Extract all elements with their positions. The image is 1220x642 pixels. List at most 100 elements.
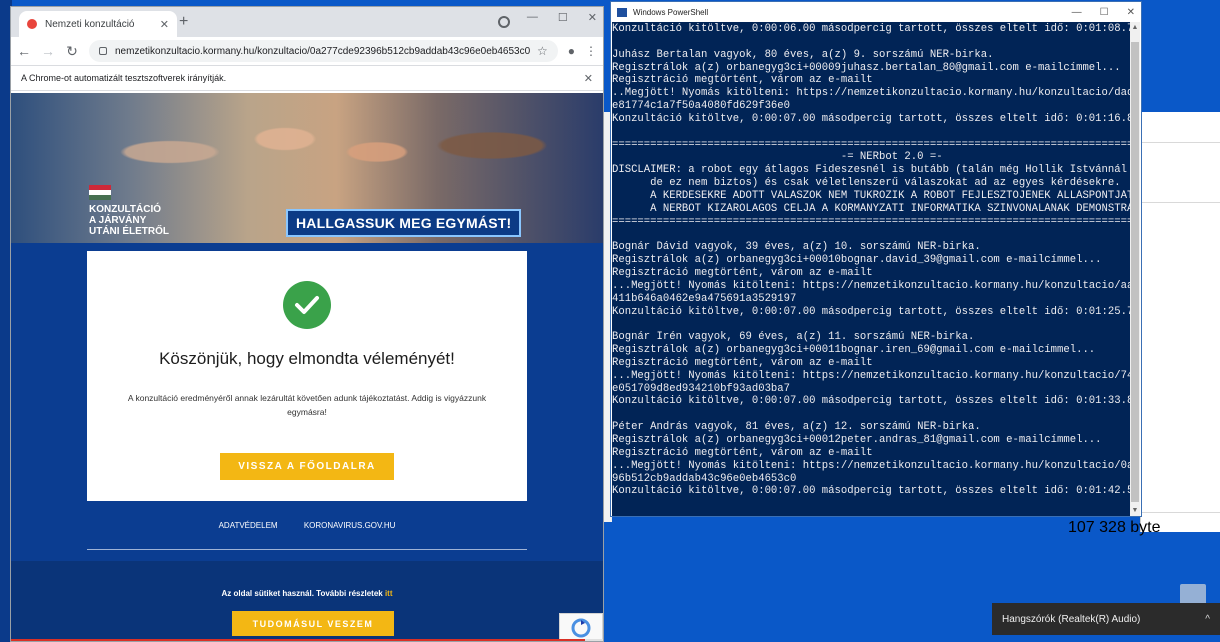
console-line: Péter András vagyok, 81 éves, a(z) 12. s… (612, 421, 981, 434)
console-line: Konzultáció kitöltve, 0:00:07.00 másodpe… (612, 112, 1132, 125)
campaign-line: A JÁRVÁNY (89, 215, 147, 226)
back-arrow-icon[interactable]: ← (17, 43, 31, 59)
console-line: Regisztrálok a(z) orbanegyg3ci+00010bogn… (612, 254, 1102, 267)
console-line: Konzultáció kitöltve, 0:00:07.00 másodpe… (612, 305, 1132, 318)
scroll-down-icon[interactable]: ▼ (1130, 507, 1140, 514)
console-line: A KÉRDÉSEKRE ADOTT VÁLASZOK NEM TÜKRÖZIK… (612, 189, 1132, 202)
console-line: ..Megjött! Nyomás kitölteni: https://nem… (612, 87, 1132, 100)
infobar-close-icon[interactable]: ✕ (584, 72, 593, 85)
console-line: e81774c1a7f50a4080fd629f36e0 (612, 100, 791, 113)
divider (1141, 512, 1220, 513)
console-scrollbar[interactable]: ▲ ▼ (1130, 22, 1140, 516)
campaign-title: KONZULTÁCIÓ A JÁRVÁNY UTÁNI ÉLETRŐL (89, 204, 189, 237)
campaign-line: UTÁNI ÉLETRŐL (89, 226, 169, 237)
cookie-text: Az oldal sütiket használ. További részle… (11, 589, 603, 598)
console-line: Regisztráció megtörtént, várom az e-mail… (612, 446, 873, 459)
audio-device-popup[interactable]: Hangszórók (Realtek(R) Audio) ^ (992, 603, 1220, 635)
hero-banner: KONZULTÁCIÓ A JÁRVÁNY UTÁNI ÉLETRŐL HALL… (11, 93, 603, 243)
console-line: -= NERbot 2.0 =- (612, 151, 943, 164)
divider (1141, 142, 1220, 143)
console-line: ...Megjött! Nyomás kitölteni: https://ne… (612, 459, 1132, 472)
console-line: ...Megjött! Nyomás kitölteni: https://ne… (612, 279, 1132, 292)
console-line: de ez nem biztos) és csak véletlenszerű … (612, 177, 1121, 190)
audio-device-label: Hangszórók (Realtek(R) Audio) (1002, 613, 1141, 625)
koronavirus-link[interactable]: KORONAVIRUS.GOV.HU (304, 521, 396, 530)
powershell-window: Windows PowerShell — ☐ ✕ Konzultáció kit… (610, 1, 1142, 517)
checkmark-icon (283, 281, 331, 329)
console-line: Bognár Dávid vagyok, 39 éves, a(z) 10. s… (612, 241, 981, 254)
background-explorer-window (1140, 112, 1220, 532)
thank-you-title: Köszönjük, hogy elmondta véleményét! (159, 349, 455, 368)
console-line: Bognár Irén vagyok, 69 éves, a(z) 11. so… (612, 331, 975, 344)
chevron-up-icon[interactable]: ^ (1205, 614, 1210, 625)
cookie-accept-button[interactable]: TUDOMÁSUL VESZEM (232, 611, 394, 636)
window-controls: — ☐ ✕ (527, 11, 597, 24)
console-line: Konzultáció kitöltve, 0:00:06.00 másodpe… (612, 23, 1132, 35)
bookmark-star-icon[interactable]: ☆ (537, 44, 548, 58)
console-line: Konzultáció kitöltve, 0:00:07.00 másodpe… (612, 485, 1132, 498)
minimize-icon[interactable]: — (527, 11, 538, 24)
menu-dots-icon[interactable]: ⋮ (585, 44, 597, 58)
slogan-banner: HALLGASSUK MEG EGYMÁST! (286, 209, 522, 237)
footer-links: ADATVÉDELEM KORONAVIRUS.GOV.HU (11, 521, 603, 530)
console-line: DISCLAIMER: a robot egy átlagos Fideszes… (612, 164, 1132, 177)
maximize-icon[interactable]: ☐ (558, 11, 568, 24)
recaptcha-badge-icon[interactable] (559, 613, 603, 641)
privacy-link[interactable]: ADATVÉDELEM (219, 521, 278, 530)
url-text[interactable]: nemzetikonzultacio.kormany.hu/konzultaci… (115, 46, 537, 57)
cookie-banner: Az oldal sütiket használ. További részle… (11, 561, 603, 641)
hungarian-flag-icon (89, 185, 111, 200)
forward-arrow-icon[interactable]: → (41, 43, 55, 59)
console-line: Regisztrálok a(z) orbanegyg3ci+00011bogn… (612, 344, 1096, 357)
console-line: ...Megjött! Nyomás kitölteni: https://ne… (612, 369, 1132, 382)
console-line: e051709d8ed934210bf93ad03ba7 (612, 382, 791, 395)
scrollbar-thumb[interactable] (1131, 42, 1139, 502)
cookie-message: Az oldal sütiket használ. További részle… (221, 589, 383, 598)
profile-icon[interactable]: ● (568, 44, 575, 58)
infobar-text: A Chrome-ot automatizált tesztszoftverek… (21, 73, 227, 83)
cookie-details-link[interactable]: itt (385, 589, 393, 598)
console-line: Regisztráció megtörtént, várom az e-mail… (612, 356, 873, 369)
file-size-label: 107 328 byte (1068, 519, 1161, 536)
tab-close-icon[interactable]: ✕ (160, 18, 169, 31)
tab-nemzeti-konzultacio[interactable]: Nemzeti konzultáció ✕ (19, 11, 177, 37)
thank-you-text: A konzultáció eredményéről annak lezárul… (127, 393, 487, 417)
lock-icon (99, 47, 107, 55)
console-line: Juhász Bertalan vagyok, 80 éves, a(z) 9.… (612, 48, 994, 61)
minimize-icon[interactable]: — (1072, 7, 1082, 18)
tab-title: Nemzeti konzultáció (45, 18, 135, 30)
tab-strip: Nemzeti konzultáció ✕ + — ☐ ✕ (11, 7, 603, 37)
new-tab-button[interactable]: + (179, 13, 188, 31)
footer-divider (87, 549, 527, 550)
maximize-icon[interactable]: ☐ (1100, 7, 1109, 18)
console-line: Konzultáció kitöltve, 0:00:07.00 másodpe… (612, 395, 1132, 408)
scroll-up-icon[interactable]: ▲ (1130, 24, 1140, 31)
console-line: Regisztrálok a(z) orbanegyg3ci+00009juha… (612, 61, 1121, 74)
campaign-line: KONZULTÁCIÓ (89, 204, 162, 215)
window-close-icon[interactable]: ✕ (1127, 7, 1135, 18)
back-to-home-button[interactable]: VISSZA A FŐOLDALRA (220, 453, 394, 480)
console-line: ========================================… (612, 138, 1132, 151)
divider (1141, 202, 1220, 203)
console-output[interactable]: Konzultáció kitöltve, 0:00:06.00 másodpe… (612, 22, 1132, 516)
powershell-icon (617, 7, 627, 17)
powershell-titlebar: Windows PowerShell — ☐ ✕ (611, 2, 1141, 22)
console-line: A NERBOT KIZÁRÓLAGOS CÉLJA A KORMÁNYZATI… (612, 202, 1132, 215)
console-line: 96b512cb9addab43c96e0eb4653c0 (612, 472, 797, 485)
browser-toolbar: ← → ↻ nemzetikonzultacio.kormany.hu/konz… (11, 37, 603, 65)
console-line: Regisztráció megtörtént, várom az e-mail… (612, 267, 873, 280)
reload-icon[interactable]: ↻ (65, 43, 79, 60)
thank-you-card: Köszönjük, hogy elmondta véleményét! A k… (87, 251, 527, 501)
window-close-icon[interactable]: ✕ (588, 11, 597, 24)
console-line: Regisztráció megtörtént, várom az e-mail… (612, 74, 873, 87)
console-line: 411b646a0462e9a475691a3529197 (612, 292, 797, 305)
chrome-window: Nemzeti konzultáció ✕ + — ☐ ✕ ← → ↻ nemz… (10, 6, 604, 642)
address-bar[interactable]: nemzetikonzultacio.kormany.hu/konzultaci… (89, 40, 558, 62)
site-favicon-icon (27, 19, 37, 29)
console-line: ========================================… (612, 215, 1132, 228)
